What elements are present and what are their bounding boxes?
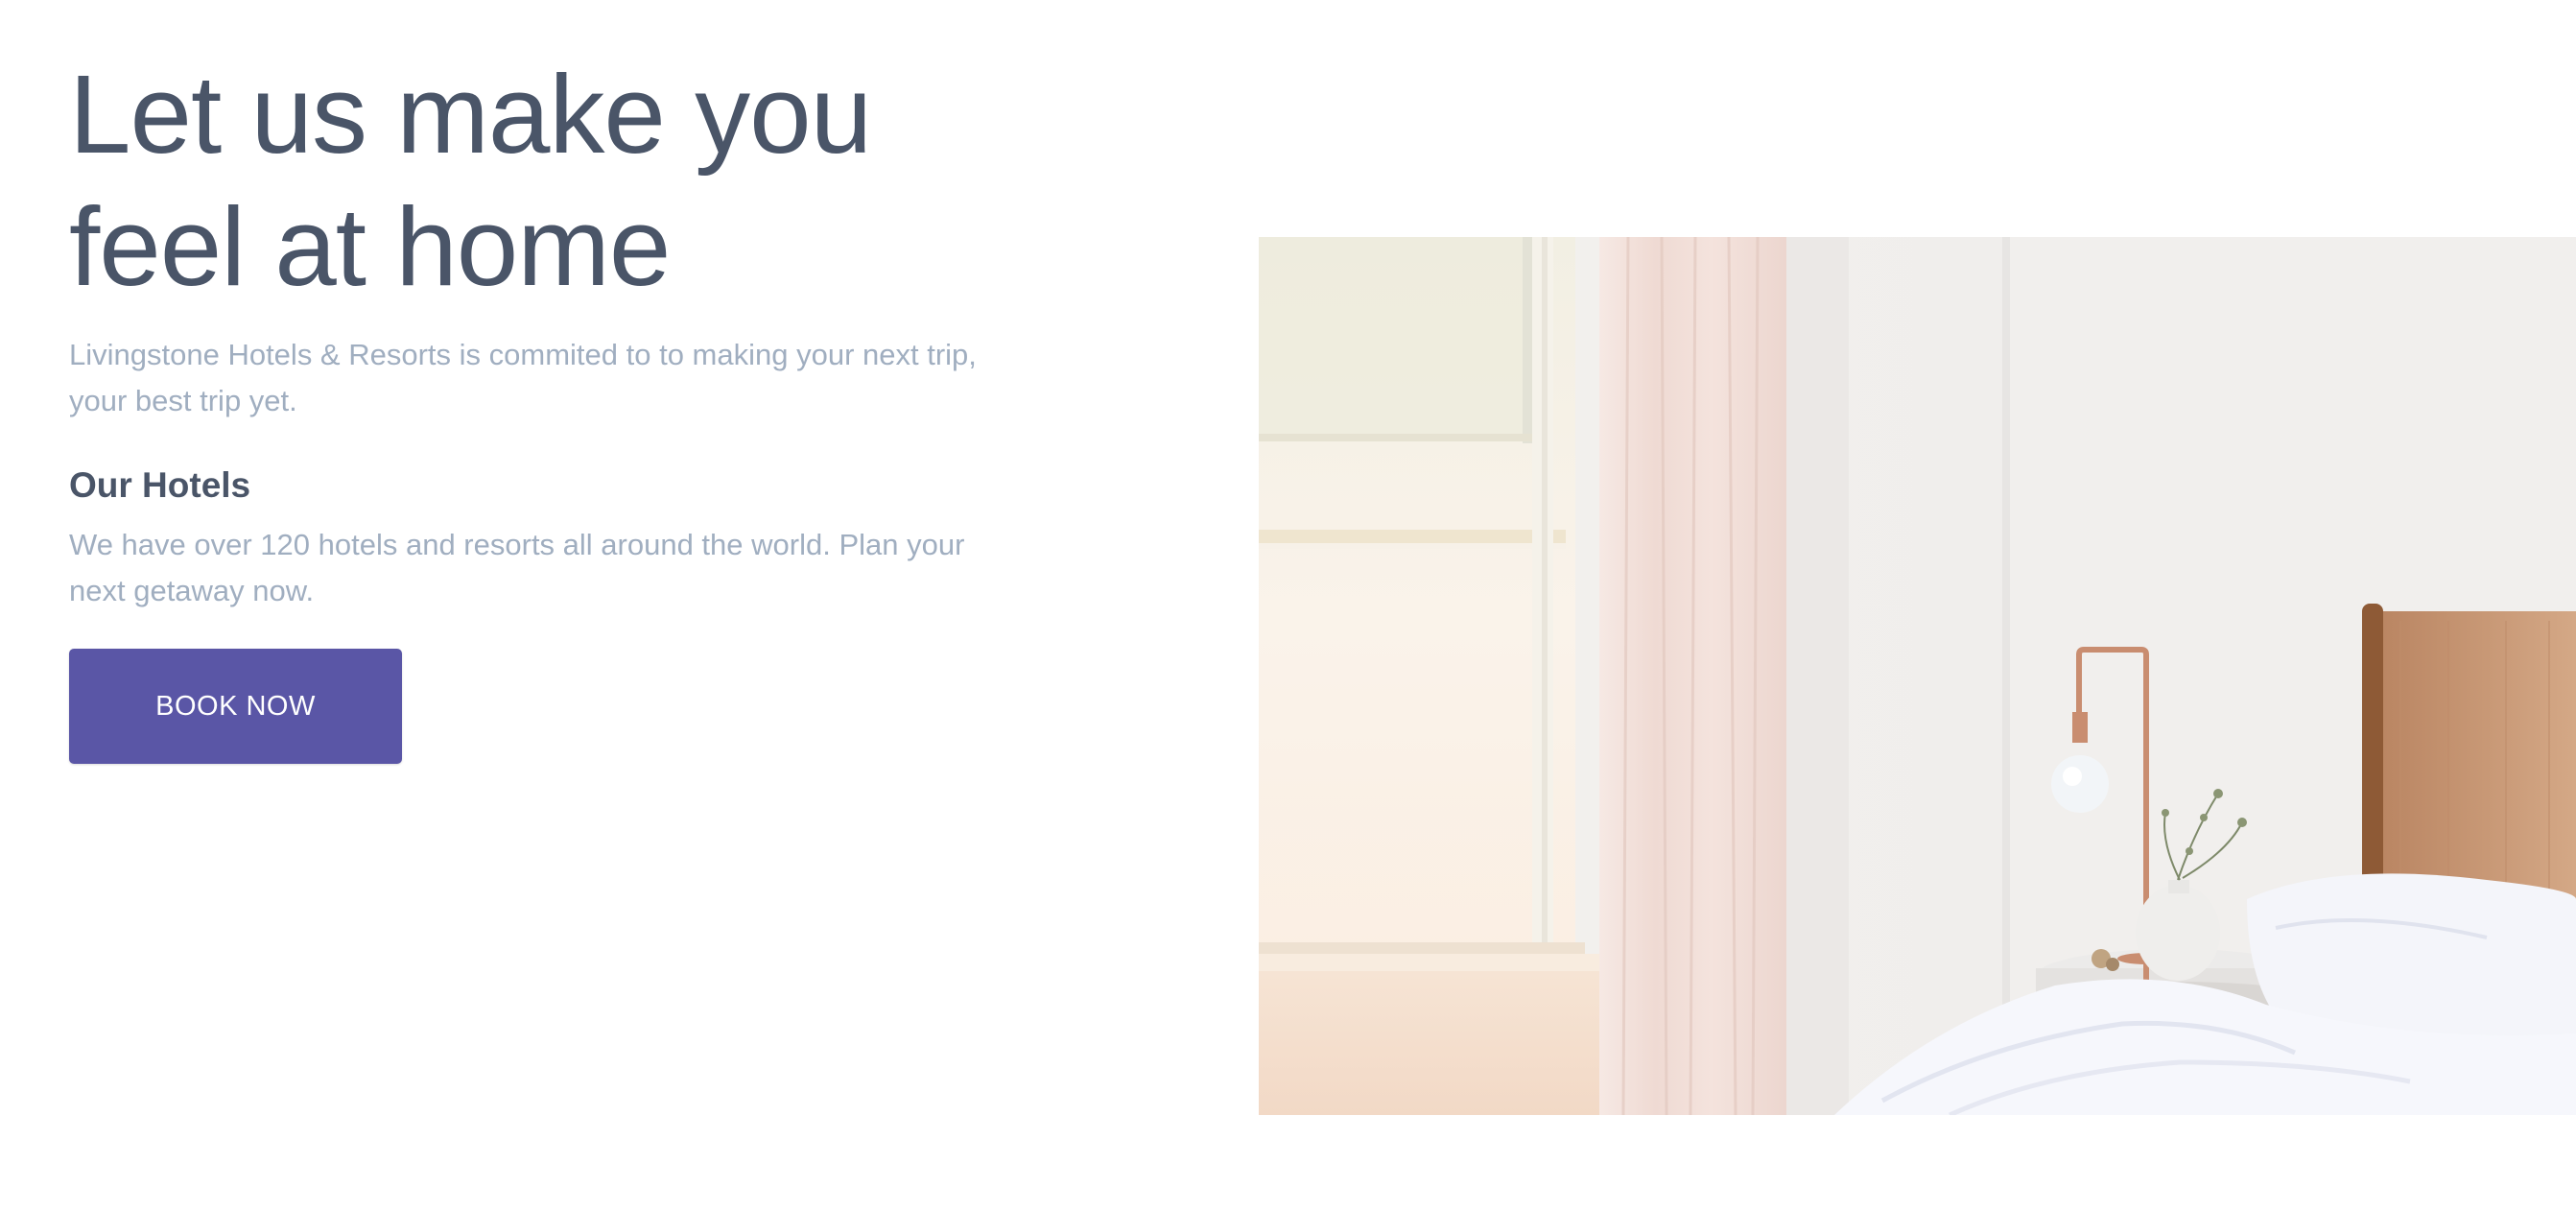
our-hotels-text: We have over 120 hotels and resorts all … — [69, 528, 965, 607]
landing-page: Let us make you feel at home Livingstone… — [0, 0, 2576, 1211]
hero-text-column: Let us make you feel at home Livingstone… — [69, 48, 1028, 764]
book-now-button[interactable]: BOOK NOW — [69, 649, 402, 764]
our-hotels-title: Our Hotels — [69, 465, 251, 505]
hero-headline: Let us make you feel at home — [69, 52, 872, 309]
bedroom-illustration — [1259, 237, 2576, 1115]
hero-tagline: Livingstone Hotels & Resorts is commited… — [69, 338, 977, 417]
bedroom-photo — [1259, 237, 2576, 1115]
